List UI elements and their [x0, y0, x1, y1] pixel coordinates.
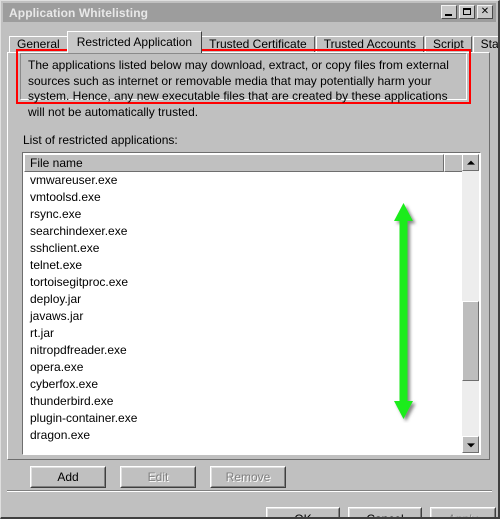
cancel-button[interactable]: Cancel [348, 507, 422, 517]
remove-button-label: Remove [211, 467, 285, 487]
warning-text: The applications listed below may downlo… [28, 58, 449, 119]
add-button[interactable]: Add [30, 466, 106, 488]
ok-button-label: OK [267, 508, 339, 517]
footer-separator [7, 490, 492, 492]
title-bar: Application Whitelisting ✕ [3, 3, 496, 22]
apply-button-label: Apply [431, 508, 495, 517]
window-title: Application Whitelisting [9, 5, 149, 20]
edit-button-label: Edit [121, 467, 195, 487]
scrollbar-thumb[interactable] [462, 301, 479, 381]
apply-button[interactable]: Apply [430, 507, 496, 517]
warning-highlight-border: The applications listed below may downlo… [16, 49, 471, 119]
warning-panel: The applications listed below may downlo… [20, 53, 467, 119]
list-item[interactable]: nitropdfreader.exe [24, 342, 462, 359]
caret-up-icon [466, 160, 475, 165]
minimize-button[interactable] [441, 5, 457, 19]
ok-button[interactable]: OK [266, 507, 340, 517]
list-item[interactable]: vmwareuser.exe [24, 172, 462, 189]
list-item[interactable]: cyberfox.exe [24, 376, 462, 393]
close-icon: ✕ [480, 6, 490, 17]
tab-status[interactable]: Status [472, 36, 498, 53]
caret-down-icon [466, 442, 475, 447]
list-label: List of restricted applications: [23, 133, 178, 147]
list-item[interactable]: opera.exe [24, 359, 462, 376]
list-item[interactable]: rsync.exe [24, 206, 462, 223]
restricted-applications-listview[interactable]: File name vmwareuser.exe vmtoolsd.exe rsyn… [22, 152, 481, 455]
list-item[interactable]: telnet.exe [24, 257, 462, 274]
remove-button[interactable]: Remove [210, 466, 286, 488]
application-whitelisting-window: Application Whitelisting ✕ General Restr… [0, 0, 500, 519]
list-item[interactable]: thunderbird.exe [24, 393, 462, 410]
maximize-icon [463, 8, 471, 15]
list-item[interactable]: rt.jar [24, 325, 462, 342]
tab-restricted-application[interactable]: Restricted Application [66, 31, 203, 53]
listview-vertical-scrollbar[interactable] [462, 154, 479, 453]
close-button[interactable]: ✕ [477, 5, 493, 19]
list-item[interactable]: tortoisegitproc.exe [24, 274, 462, 291]
minimize-icon [445, 14, 452, 16]
client-area: General Restricted Application Trusted C… [3, 23, 498, 517]
list-item[interactable]: dragon.exe [24, 427, 462, 444]
cancel-button-label: Cancel [349, 508, 421, 517]
list-item[interactable]: sshclient.exe [24, 240, 462, 257]
listview-header: File name [24, 154, 463, 172]
maximize-button[interactable] [459, 5, 475, 19]
list-item[interactable]: searchindexer.exe [24, 223, 462, 240]
column-header-file-name[interactable]: File name [24, 154, 444, 172]
window-controls: ✕ [441, 5, 493, 19]
list-item[interactable]: vmtoolsd.exe [24, 189, 462, 206]
list-item[interactable]: plugin-container.exe [24, 410, 462, 427]
scroll-up-button[interactable] [462, 154, 479, 171]
column-header-filler [444, 154, 463, 172]
list-item[interactable]: javaws.jar [24, 308, 462, 325]
add-button-label: Add [31, 467, 105, 487]
scroll-down-button[interactable] [462, 436, 479, 453]
listview-rows: vmwareuser.exe vmtoolsd.exe rsync.exe searc… [24, 172, 462, 453]
edit-button[interactable]: Edit [120, 466, 196, 488]
list-item[interactable]: deploy.jar [24, 291, 462, 308]
